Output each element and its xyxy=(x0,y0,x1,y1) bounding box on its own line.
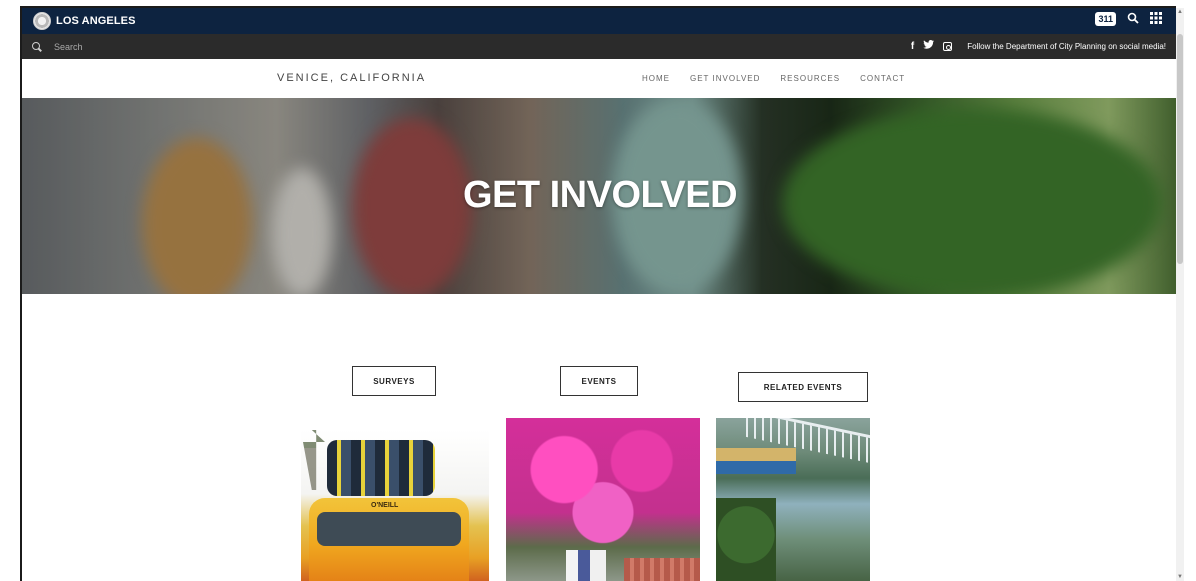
fence-shape xyxy=(624,558,700,581)
page-viewport: LOS ANGELES 311 f xyxy=(20,6,1176,581)
nav-resources[interactable]: RESOURCES xyxy=(780,74,840,83)
follow-social-text: Follow the Department of City Planning o… xyxy=(967,42,1166,51)
search-bar: f Follow the Department of City Planning… xyxy=(22,34,1176,59)
related-events-button[interactable]: RELATED EVENTS xyxy=(738,372,868,402)
vertical-scrollbar[interactable]: ▲ ▼ xyxy=(1176,8,1184,581)
facebook-icon[interactable]: f xyxy=(911,41,914,53)
rafts-shape xyxy=(327,440,435,496)
surveys-photo[interactable]: O'NEILL xyxy=(301,430,489,581)
nav-home[interactable]: HOME xyxy=(642,74,670,83)
city-header: LOS ANGELES 311 xyxy=(22,8,1176,34)
hero-banner: GET INVOLVED xyxy=(22,98,1176,294)
browser-frame: LOS ANGELES 311 f xyxy=(0,0,1196,581)
content-section: SURVEYS EVENTS RELATED EVENTS O'NEILL xyxy=(22,294,1176,581)
twitter-icon[interactable] xyxy=(923,40,935,53)
nav-get-involved[interactable]: GET INVOLVED xyxy=(690,74,760,83)
hero-title: GET INVOLVED xyxy=(462,174,738,216)
grid-apps-icon[interactable] xyxy=(1150,12,1162,26)
search-icon[interactable] xyxy=(1127,12,1139,26)
nav-contact[interactable]: CONTACT xyxy=(860,74,905,83)
site-title[interactable]: VENICE, CALIFORNIA xyxy=(277,72,426,84)
city-seal-icon[interactable] xyxy=(33,12,51,30)
scroll-thumb[interactable] xyxy=(1177,34,1183,264)
events-photo[interactable] xyxy=(506,418,700,581)
instagram-icon[interactable] xyxy=(943,42,953,51)
people-shape xyxy=(566,550,606,581)
badge-311-button[interactable]: 311 xyxy=(1095,12,1116,26)
surveys-button[interactable]: SURVEYS xyxy=(352,366,436,396)
site-navigation: VENICE, CALIFORNIA HOME GET INVOLVED RES… xyxy=(22,59,1176,98)
events-button[interactable]: EVENTS xyxy=(560,366,638,396)
tree-shape xyxy=(716,498,776,581)
related-events-photo[interactable] xyxy=(716,418,870,581)
scroll-up-arrow-icon[interactable]: ▲ xyxy=(1176,8,1184,16)
van-window-shape xyxy=(317,512,461,546)
scroll-down-arrow-icon[interactable]: ▼ xyxy=(1176,573,1184,581)
social-links: f Follow the Department of City Planning… xyxy=(911,40,1166,53)
van-logo-text: O'NEILL xyxy=(371,502,399,509)
city-name-link[interactable]: LOS ANGELES xyxy=(56,15,136,27)
city-header-actions: 311 xyxy=(1095,12,1162,26)
palm-tree-shape xyxy=(303,430,325,490)
boat-shape xyxy=(716,448,796,474)
search-icon xyxy=(32,41,42,52)
search-input[interactable] xyxy=(54,41,274,52)
nav-menu: HOME GET INVOLVED RESOURCES CONTACT xyxy=(642,74,905,83)
